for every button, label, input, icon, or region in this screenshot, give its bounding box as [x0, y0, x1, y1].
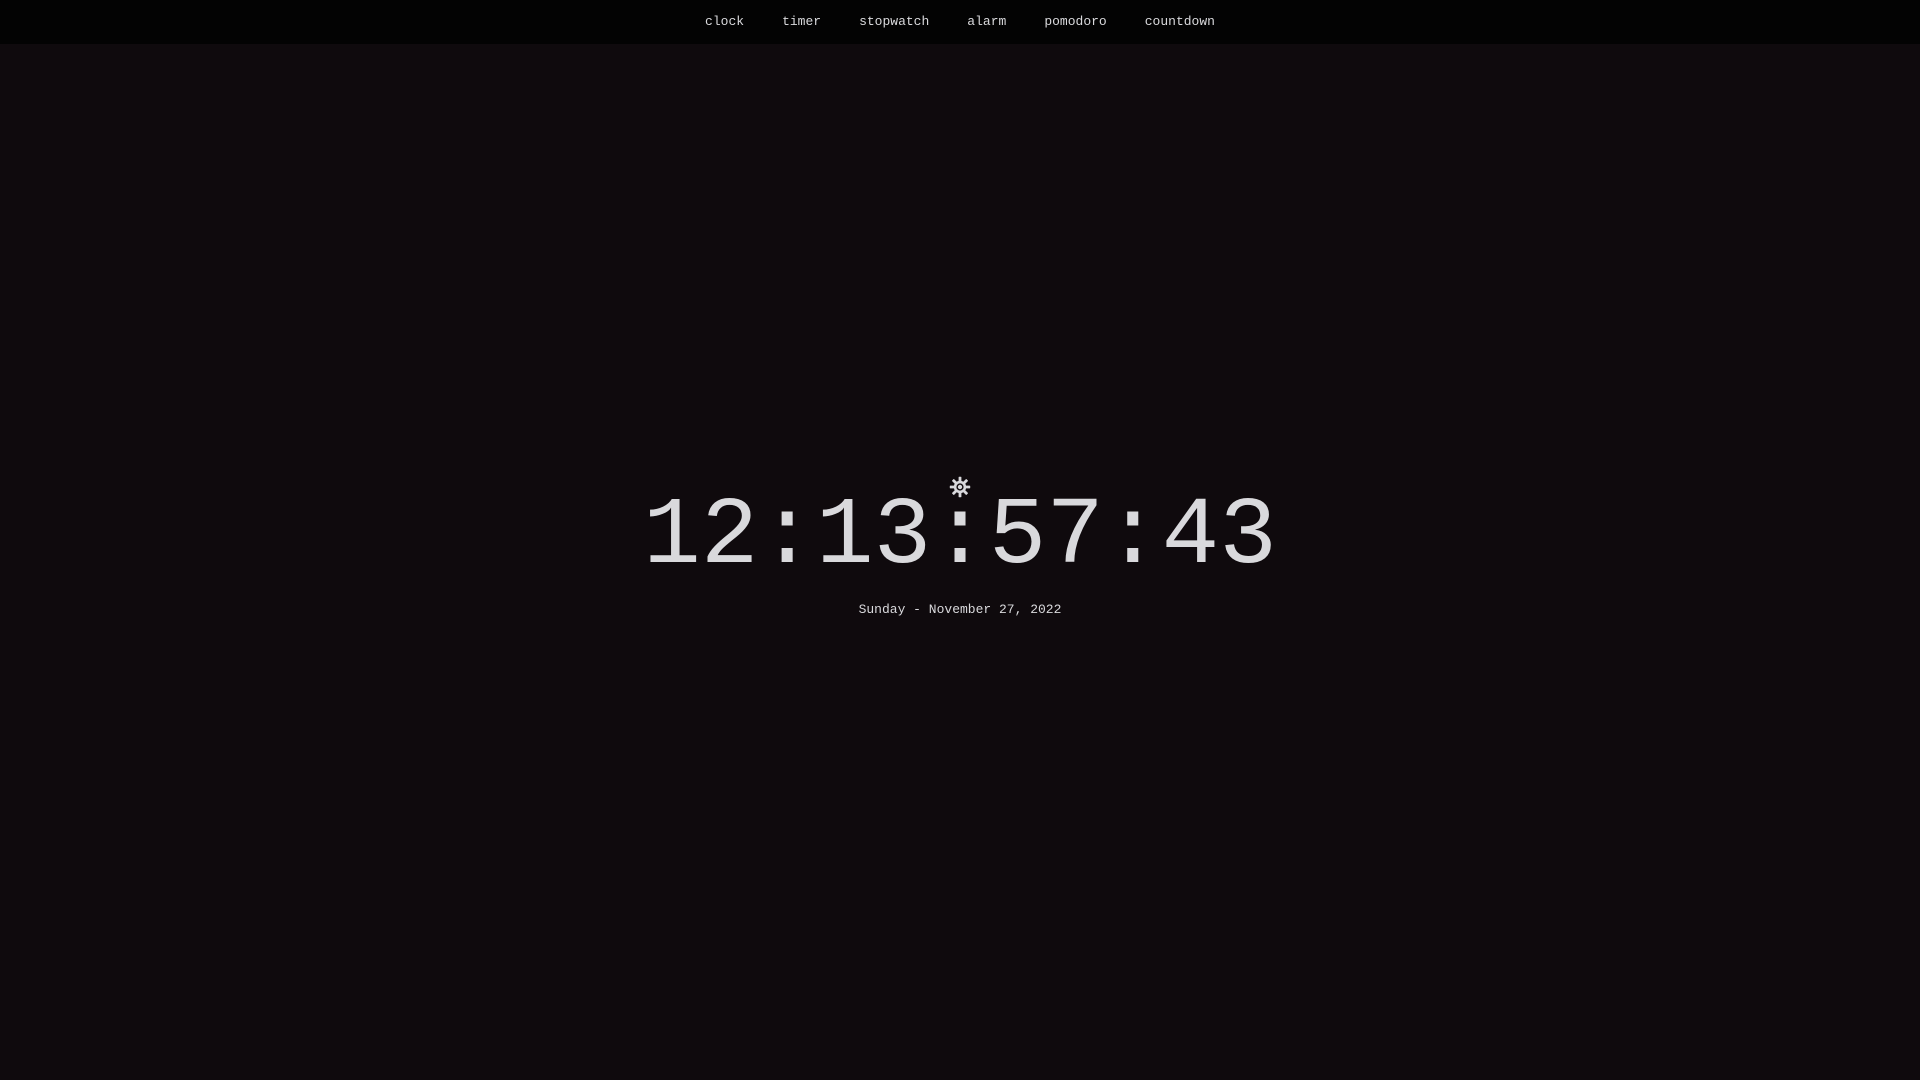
- current-date: Sunday - November 27, 2022: [858, 602, 1062, 617]
- gear-icon[interactable]: [948, 475, 972, 499]
- nav-item-countdown[interactable]: countdown: [1145, 14, 1215, 30]
- gear-icon-graphic: [949, 476, 971, 498]
- nav-item-stopwatch[interactable]: stopwatch: [859, 14, 929, 30]
- nav-item-timer[interactable]: timer: [782, 14, 821, 30]
- nav-item-pomodoro[interactable]: pomodoro: [1044, 14, 1106, 30]
- clock-display: 12:13:57:43 Sunday - November 27, 2022: [0, 0, 1920, 1080]
- nav-item-alarm[interactable]: alarm: [967, 14, 1006, 30]
- nav-item-clock[interactable]: clock: [705, 14, 744, 30]
- main-nav: clock timer stopwatch alarm pomodoro cou…: [705, 14, 1215, 30]
- top-navigation-bar: clock timer stopwatch alarm pomodoro cou…: [0, 0, 1920, 44]
